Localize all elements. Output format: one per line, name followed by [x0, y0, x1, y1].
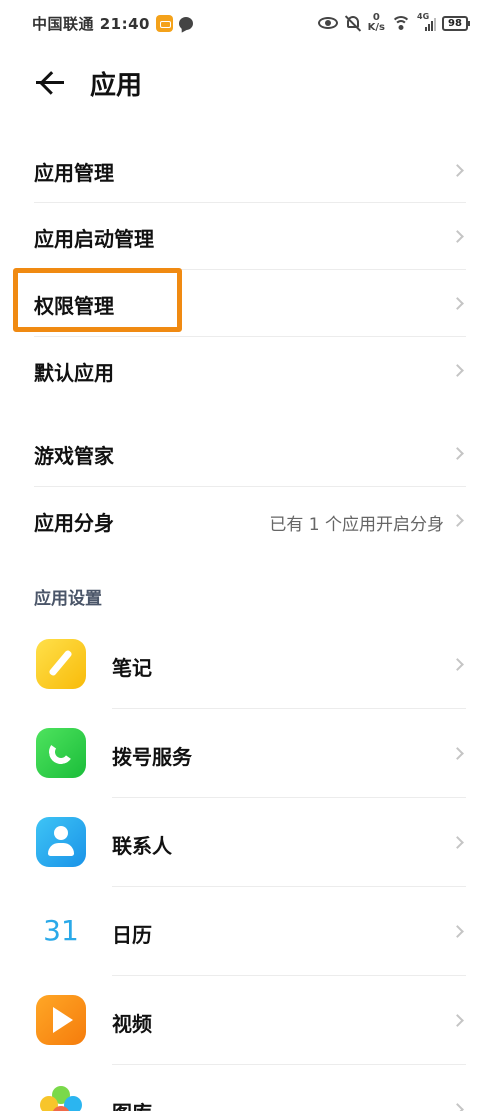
contacts-icon [36, 817, 86, 867]
divider [34, 486, 466, 487]
app-label: 视频 [112, 1012, 152, 1036]
app-item-calendar[interactable]: 31 日历 [0, 901, 500, 971]
menu-item-default-apps[interactable]: 默认应用 [0, 340, 500, 400]
menu-item-app-management[interactable]: 应用管理 [0, 140, 500, 200]
network-type: 4G [417, 12, 430, 21]
menu-item-app-clone[interactable]: 应用分身 已有 1 个应用开启分身 [0, 490, 500, 550]
chevron-right-icon [451, 1103, 464, 1111]
divider [34, 336, 466, 337]
notes-icon [36, 639, 86, 689]
header: 应用 [0, 52, 500, 112]
chevron-right-icon [451, 925, 464, 938]
chevron-right-icon [451, 658, 464, 671]
eye-comfort-icon [317, 17, 338, 29]
app-item-contacts[interactable]: 联系人 [0, 812, 500, 882]
chevron-right-icon [451, 364, 464, 377]
app-label: 拨号服务 [112, 745, 192, 769]
message-icon [178, 17, 193, 30]
chevron-right-icon [451, 1014, 464, 1027]
phone-icon [36, 728, 86, 778]
mute-icon [344, 14, 362, 32]
status-bar-left: 中国联通 21:40 [32, 13, 193, 34]
divider [112, 1064, 466, 1065]
cell-signal-icon: 4G [417, 12, 436, 31]
chevron-right-icon [451, 447, 464, 460]
status-bar-right: 0 K/s 4G 98 [317, 10, 470, 36]
divider [112, 708, 466, 709]
app-item-gallery[interactable]: 图库 [0, 1079, 500, 1111]
app-item-dialer[interactable]: 拨号服务 [0, 723, 500, 793]
status-bar: 中国联通 21:40 0 K/s 4G 98 [0, 0, 500, 46]
chevron-right-icon [451, 230, 464, 243]
menu-item-label: 默认应用 [34, 361, 114, 385]
back-button[interactable] [30, 62, 70, 102]
menu-item-label: 应用启动管理 [34, 227, 154, 251]
network-speed: 0 K/s [368, 13, 385, 33]
app-item-notes[interactable]: 笔记 [0, 634, 500, 704]
chevron-right-icon [451, 514, 464, 527]
menu-item-label: 应用管理 [34, 161, 114, 185]
menu-item-game-manager[interactable]: 游戏管家 [0, 423, 500, 483]
menu-item-label: 应用分身 [34, 511, 114, 535]
calendar-icon-text: 31 [43, 914, 79, 947]
menu-item-label: 游戏管家 [34, 444, 114, 468]
page-title: 应用 [90, 71, 143, 101]
chevron-right-icon [451, 836, 464, 849]
app-clone-status: 已有 1 个应用开启分身 [269, 515, 444, 535]
app-label: 图库 [112, 1097, 152, 1111]
divider [34, 202, 466, 203]
app-item-video[interactable]: 视频 [0, 990, 500, 1060]
chevron-right-icon [451, 297, 464, 310]
gallery-icon [36, 1084, 86, 1111]
chevron-right-icon [451, 164, 464, 177]
notification-app-icon [155, 15, 173, 32]
app-label: 笔记 [112, 656, 152, 680]
battery-icon: 98 [442, 15, 470, 31]
menu-item-app-launch-management[interactable]: 应用启动管理 [0, 206, 500, 266]
divider [112, 797, 466, 798]
wifi-icon [391, 15, 411, 31]
section-title: 应用设置 [34, 589, 102, 609]
app-label: 联系人 [112, 834, 172, 858]
app-label: 日历 [112, 923, 152, 947]
highlight-box [13, 268, 182, 332]
divider [112, 886, 466, 887]
carrier-time: 中国联通 21:40 [32, 15, 150, 33]
divider [112, 975, 466, 976]
calendar-icon: 31 [36, 906, 86, 956]
chevron-right-icon [451, 747, 464, 760]
video-icon [36, 995, 86, 1045]
network-speed-unit: K/s [367, 22, 385, 33]
